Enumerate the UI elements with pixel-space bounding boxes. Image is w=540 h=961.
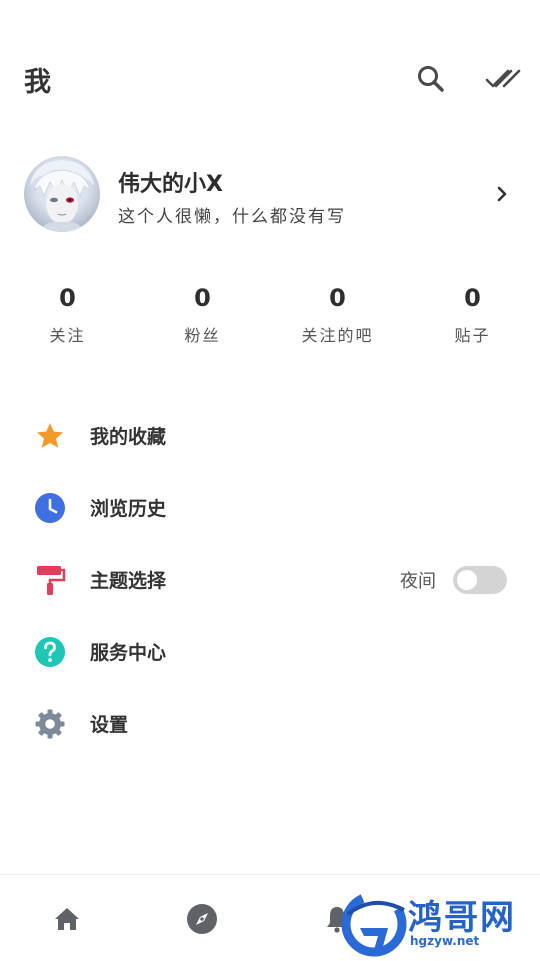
menu-item-label: 浏览历史	[90, 498, 167, 520]
home-icon	[55, 908, 79, 930]
stat-label: 关注的吧	[301, 326, 374, 345]
toggle-knob	[457, 570, 477, 590]
stat-label: 贴子	[454, 326, 491, 345]
search-button[interactable]	[414, 62, 448, 96]
mark-all-read-button[interactable]	[484, 62, 524, 96]
username: 伟大的小X	[118, 172, 223, 197]
stat-value: 0	[59, 284, 76, 312]
nav-explore[interactable]	[186, 903, 218, 935]
menu-item-favorites[interactable]: 我的收藏	[0, 400, 540, 472]
help-icon	[35, 637, 65, 667]
chevron-right-icon	[497, 186, 507, 202]
page-title: 我	[24, 67, 51, 98]
stat-followed-forums[interactable]: 0 关注的吧	[270, 280, 405, 346]
watermark-logo-icon	[341, 891, 407, 957]
watermark-text: 鸿哥网	[408, 898, 516, 938]
menu-item-label: 我的收藏	[90, 426, 167, 448]
menu-item-label: 服务中心	[90, 642, 167, 664]
avatar-image	[30, 160, 94, 232]
night-mode-toggle[interactable]	[453, 566, 507, 594]
menu-item-settings[interactable]: 设置	[0, 688, 540, 760]
search-icon	[418, 66, 444, 92]
star-icon	[37, 423, 63, 448]
gear-icon	[35, 709, 65, 739]
menu-item-label: 设置	[90, 714, 129, 736]
stat-label: 粉丝	[184, 326, 221, 345]
stat-posts[interactable]: 0 贴子	[405, 280, 540, 346]
profile-card[interactable]: 伟大的小X 这个人很懒，什么都没有写	[0, 152, 540, 236]
stats-row: 0 关注 0 粉丝 0 关注的吧 0 贴子	[0, 280, 540, 360]
watermark-url: hgzyw.net	[410, 934, 480, 948]
stat-value: 0	[329, 284, 346, 312]
settings-menu: 我的收藏 浏览历史 主题选择 夜间 服务中心 设置	[0, 400, 540, 760]
menu-item-theme[interactable]: 主题选择 夜间	[0, 544, 540, 616]
app-header: 我	[0, 52, 540, 108]
explore-icon	[187, 904, 217, 934]
menu-item-label: 主题选择	[90, 570, 167, 592]
paint-roller-icon	[37, 566, 66, 595]
stat-followers[interactable]: 0 粉丝	[135, 280, 270, 346]
menu-item-history[interactable]: 浏览历史	[0, 472, 540, 544]
avatar[interactable]	[24, 156, 100, 232]
menu-item-service-center[interactable]: 服务中心	[0, 616, 540, 688]
nav-home[interactable]	[51, 903, 83, 935]
user-bio: 这个人很懒，什么都没有写	[118, 207, 346, 227]
watermark: 鸿哥网 hgzyw.net	[338, 888, 538, 958]
night-mode-label: 夜间	[400, 571, 436, 592]
done-all-icon	[485, 69, 521, 88]
stat-value: 0	[194, 284, 211, 312]
stat-label: 关注	[49, 326, 86, 345]
stat-following[interactable]: 0 关注	[0, 280, 135, 346]
stat-value: 0	[464, 284, 481, 312]
clock-icon	[35, 493, 65, 523]
